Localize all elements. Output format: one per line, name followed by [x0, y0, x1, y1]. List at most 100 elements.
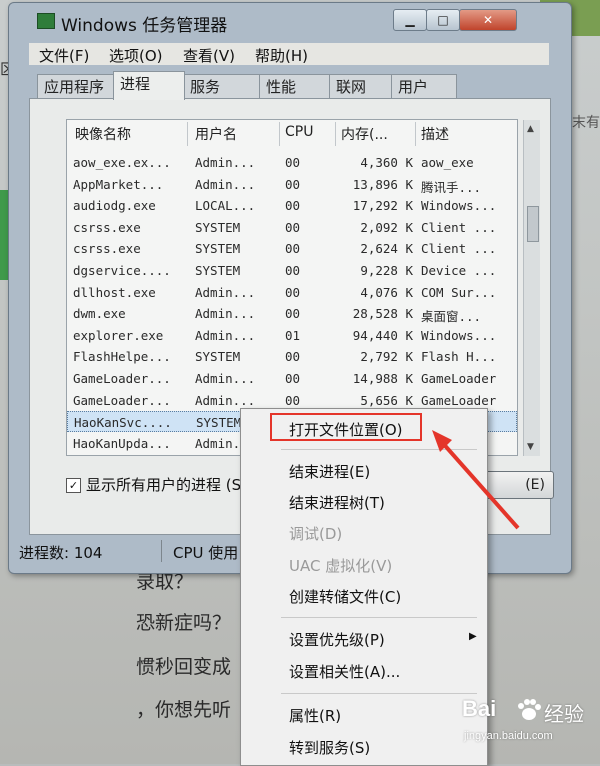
menu-view[interactable]: 查看(V) [183, 45, 235, 66]
table-row[interactable]: AppMarket... Admin... 00 13,896 K 腾讯手... [67, 174, 517, 195]
table-cell-name: GameLoader... [73, 371, 171, 386]
table-cell-user: Admin... [195, 371, 256, 386]
menu-help[interactable]: 帮助(H) [255, 45, 308, 66]
table-cell-user: Admin... [195, 284, 256, 300]
window-title: Windows 任务管理器 [61, 16, 228, 36]
ctx-end-process-tree[interactable]: 结束进程树(T) [289, 492, 385, 513]
table-row[interactable]: audiodg.exe LOCAL... 00 17,292 K Windows... [67, 195, 517, 216]
column-divider[interactable] [279, 122, 280, 146]
paw-icon [518, 699, 541, 720]
table-cell-desc: Client ... [421, 219, 497, 235]
table-row[interactable]: dllhost.exe Admin... 00 4,076 K COM Sur... [67, 282, 517, 303]
table-cell-name: aow_exe.ex... [73, 155, 171, 170]
table-cell-mem: 14,988 K [352, 371, 413, 386]
table-cell-name: FlashHelpe... [73, 349, 171, 365]
table-cell-cpu: 00 [285, 198, 301, 214]
table-cell-user: SYSTEM [195, 219, 241, 235]
close-icon[interactable]: ✕ [459, 9, 517, 31]
table-row[interactable]: aow_exe.ex... Admin... 00 4,360 K aow_exe [67, 152, 517, 173]
menu-file[interactable]: 文件(F) [39, 45, 89, 66]
table-cell-user: SYSTEM [195, 263, 241, 278]
menu-options[interactable]: 选项(O) [109, 45, 163, 66]
table-cell-name: dgservice.... [73, 263, 171, 278]
table-cell-desc: 腾讯手... [421, 179, 482, 195]
tab-applications[interactable]: 应用程序 [37, 74, 119, 99]
tab-networking[interactable]: 联网 [329, 74, 395, 99]
table-row[interactable]: dgservice.... SYSTEM 00 9,228 K Device ... [67, 260, 517, 281]
tab-services[interactable]: 服务 [183, 74, 263, 99]
table-cell-user: Admin... [195, 327, 256, 343]
table-cell-user: SYSTEM [195, 241, 241, 257]
ctx-go-to-service[interactable]: 转到服务(S) [289, 737, 370, 758]
column-divider[interactable] [335, 122, 336, 146]
watermark-brand: Bai [462, 696, 497, 721]
tab-processes[interactable]: 进程 [113, 71, 185, 100]
table-cell-desc: Windows... [421, 198, 497, 214]
table-cell-mem: 94,440 K [352, 327, 413, 343]
table-cell-mem: 2,624 K [360, 241, 413, 257]
table-row[interactable]: explorer.exe Admin... 01 94,440 K Windows... [67, 325, 517, 346]
table-cell-name: audiodg.exe [73, 198, 156, 214]
table-cell-desc: Windows... [421, 327, 497, 343]
table-cell-user: Admin... [195, 392, 256, 408]
end-process-button-label: (E) [525, 477, 545, 493]
table-cell-name: HaoKanUpda... [73, 435, 171, 451]
table-cell-desc: aow_exe [421, 155, 474, 170]
column-user-name[interactable]: 用户名 [195, 124, 237, 144]
background-text-line: 恐新症吗？ [136, 612, 232, 634]
scroll-thumb[interactable] [527, 206, 539, 242]
table-cell-user: SYSTEM [195, 349, 241, 365]
column-divider[interactable] [415, 122, 416, 146]
watermark-url: jingyan.baidu.com [464, 730, 553, 742]
column-memory[interactable]: 内存(... [341, 124, 388, 144]
table-cell-desc: GameLoader [421, 392, 497, 408]
end-process-button[interactable]: (E) [480, 471, 554, 499]
table-cell-name: GameLoader... [73, 392, 171, 408]
background-right-text: 末有 [572, 115, 600, 131]
table-cell-user: Admin... [195, 176, 256, 192]
maximize-icon[interactable]: □ [426, 9, 460, 31]
checkbox-checked-icon[interactable]: ✓ [66, 478, 81, 493]
column-description[interactable]: 描述 [421, 124, 449, 144]
show-all-users-label: 显示所有用户的进程 (S [86, 476, 242, 494]
ctx-set-priority[interactable]: 设置优先级(P) [289, 629, 385, 650]
table-cell-user: Admin... [195, 306, 256, 322]
table-cell-desc: GameLoader [421, 371, 497, 386]
ctx-set-affinity[interactable]: 设置相关性(A)... [289, 661, 400, 682]
column-cpu[interactable]: CPU [285, 124, 313, 140]
scroll-down-icon[interactable]: ▼ [527, 442, 534, 452]
process-list-scrollbar[interactable]: ▲ ▼ [523, 120, 540, 456]
minimize-icon[interactable]: ▁ [393, 9, 427, 31]
title-bar[interactable]: Windows 任务管理器 ▁ □ ✕ [9, 3, 571, 39]
table-row[interactable]: FlashHelpe... SYSTEM 00 2,792 K Flash H... [67, 346, 517, 367]
table-cell-mem: 17,292 K [352, 198, 413, 214]
table-cell-user: Admin... [195, 155, 256, 170]
column-image-name[interactable]: 映像名称 [75, 124, 131, 144]
column-divider[interactable] [187, 122, 188, 146]
table-cell-mem: 9,228 K [360, 263, 413, 278]
table-cell-name: csrss.exe [73, 241, 141, 257]
table-cell-mem: 4,076 K [360, 284, 413, 300]
ctx-properties[interactable]: 属性(R) [289, 705, 341, 726]
tab-performance[interactable]: 性能 [259, 74, 333, 99]
table-row[interactable]: csrss.exe SYSTEM 00 2,092 K Client ... [67, 217, 517, 238]
table-row[interactable]: GameLoader... Admin... 00 14,988 K GameLoade… [67, 368, 517, 389]
process-list[interactable]: 映像名称 用户名 CPU 内存(... 描述 aow_exe.ex... Admi… [66, 119, 518, 456]
table-cell-desc: Device ... [421, 263, 497, 278]
table-row[interactable]: csrss.exe SYSTEM 00 2,624 K Client ... [67, 238, 517, 259]
table-row[interactable]: dwm.exe Admin... 00 28,528 K 桌面窗... [67, 303, 517, 324]
table-cell-cpu: 00 [285, 176, 301, 192]
table-cell-name: csrss.exe [73, 219, 141, 235]
context-menu: 打开文件位置(O) 结束进程(E) 结束进程树(T) 调试(D) UAC 虚拟化… [240, 408, 488, 766]
table-cell-cpu: 00 [285, 241, 301, 257]
ctx-create-dump-file[interactable]: 创建转储文件(C) [289, 586, 401, 607]
show-all-users-checkbox[interactable]: ✓ 显示所有用户的进程 (S [66, 474, 241, 495]
ctx-uac-virtualization: UAC 虚拟化(V) [289, 557, 393, 575]
scroll-up-icon[interactable]: ▲ [527, 124, 534, 134]
annotation-highlight-box [270, 413, 422, 441]
table-cell-desc: Client ... [421, 241, 497, 257]
table-cell-mem: 13,896 K [352, 176, 413, 192]
app-icon [37, 13, 55, 29]
tab-users[interactable]: 用户 [391, 74, 457, 99]
ctx-end-process[interactable]: 结束进程(E) [289, 461, 370, 482]
